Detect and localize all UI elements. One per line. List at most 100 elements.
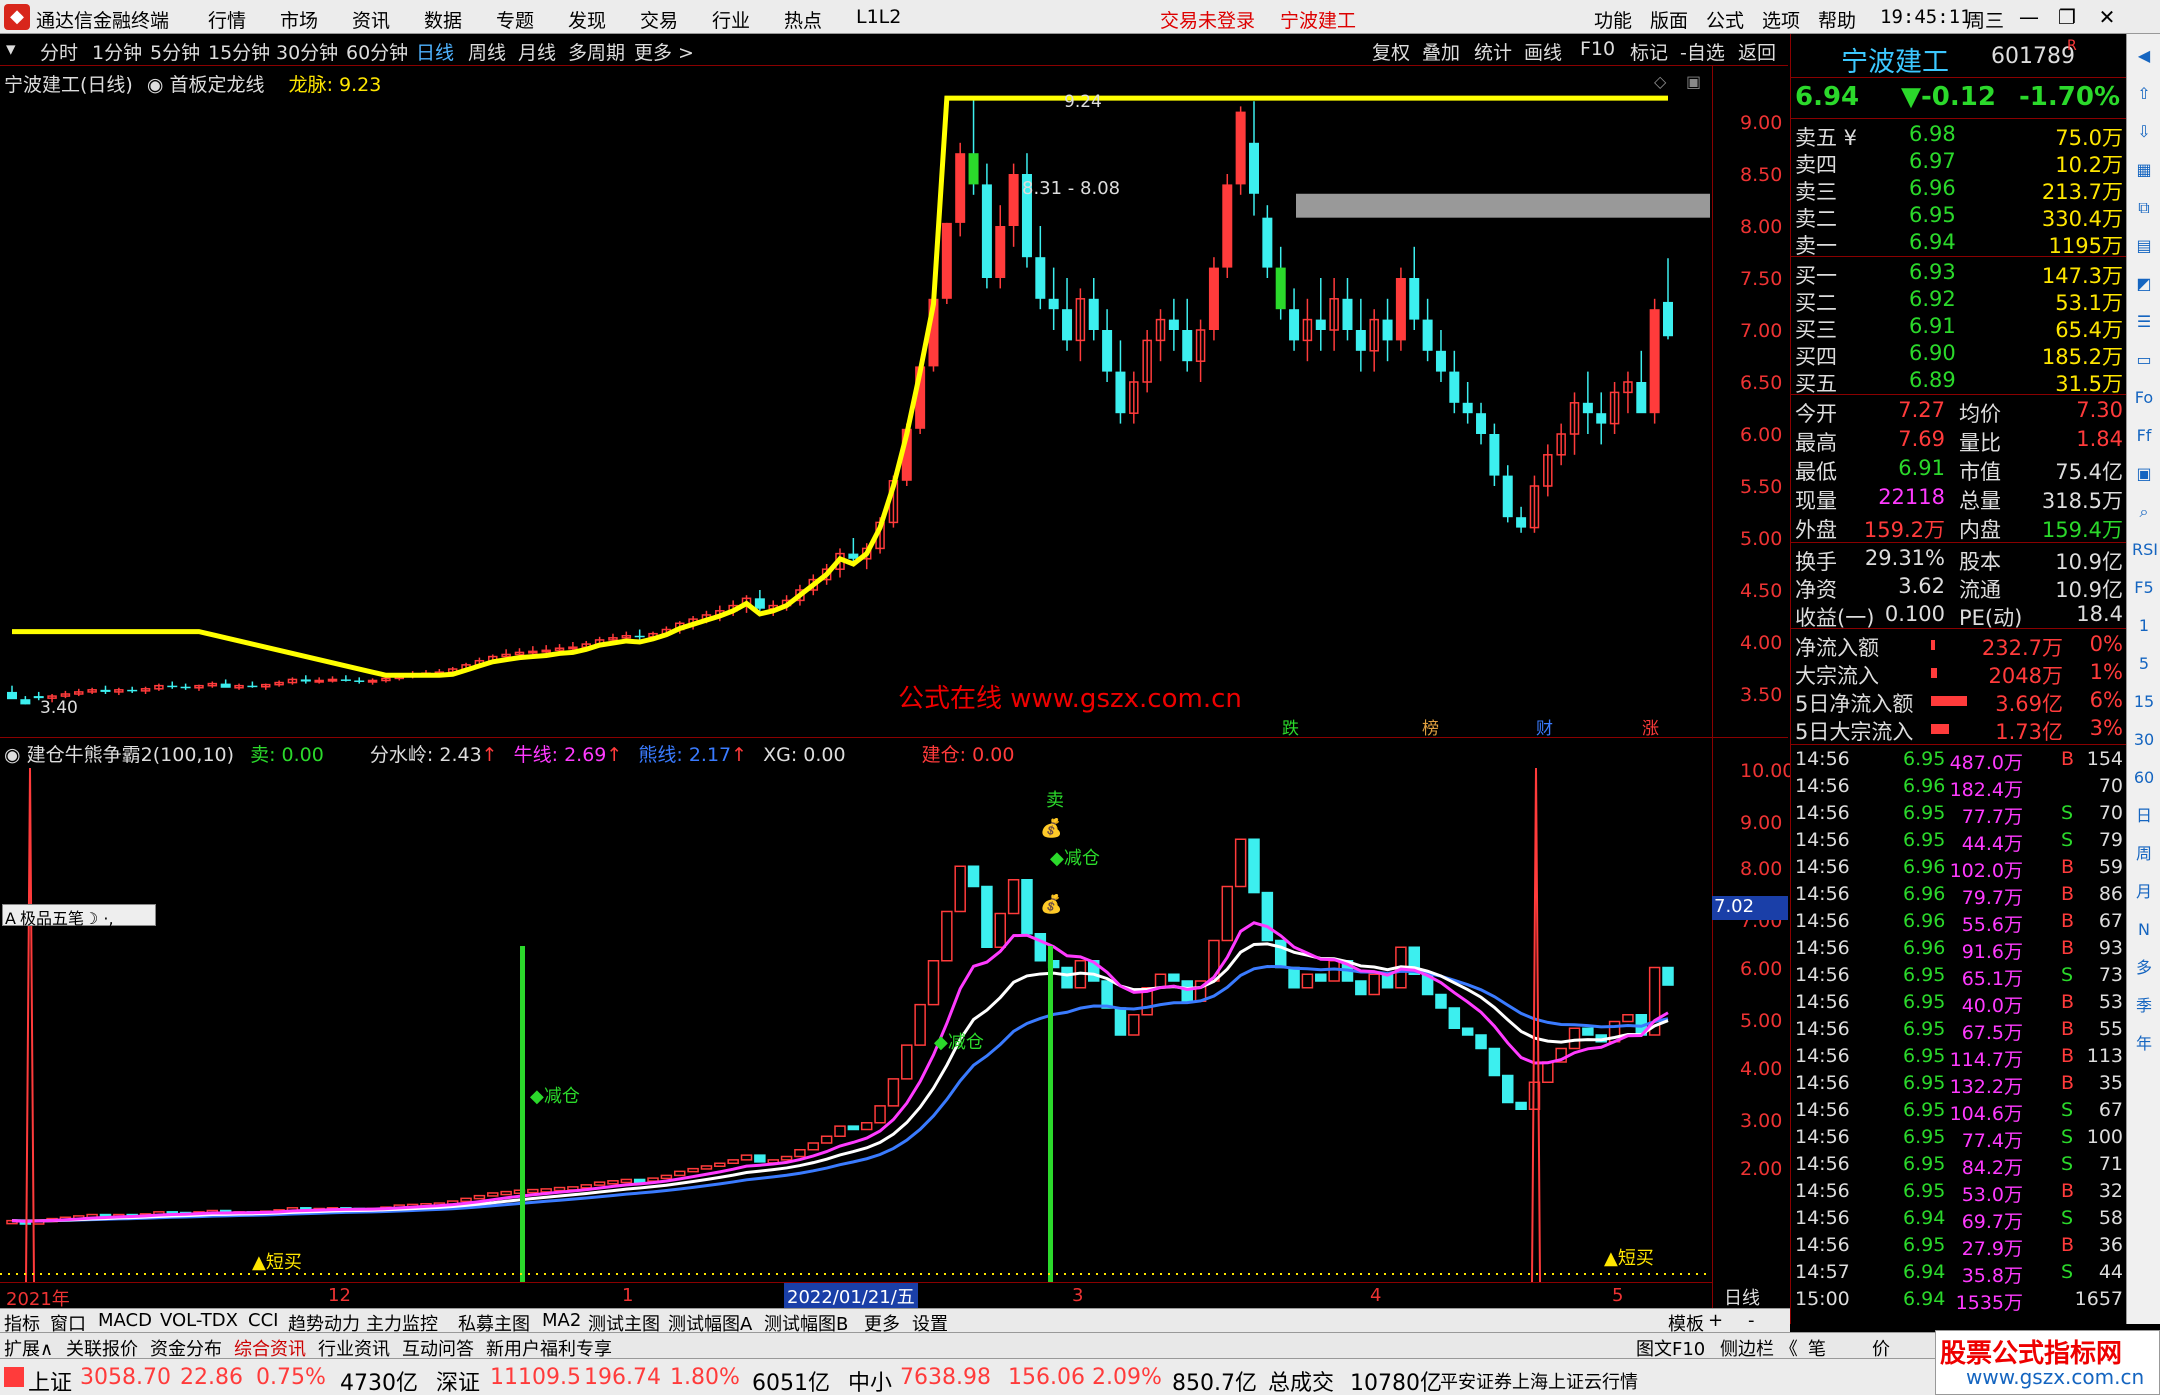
period-30min[interactable]: 30分钟 [276,38,338,65]
ime-toolbox[interactable]: A 极品五笔☽ ·, [2,904,156,928]
ask-price: 6.97 [1909,149,1956,173]
period-multi[interactable]: 多周期 [568,38,625,65]
low-label: 3.40 [40,698,78,718]
menu-hangye[interactable]: 行业 [712,6,750,33]
sidebar-tool-icon[interactable]: 日 [2132,804,2156,828]
menu-redian[interactable]: 热点 [784,6,822,33]
btn-fanhui[interactable]: 返回 [1738,38,1776,65]
tick-price: 6.95 [1903,1099,1946,1121]
btn-tongji[interactable]: 统计 [1474,38,1512,65]
tick-row: 14:57 6.94 35.8万 S 44 [1791,1261,2127,1288]
sidebar-tool-icon[interactable]: 60 [2132,766,2156,790]
menu-xuanxiang[interactable]: 选项 [1762,6,1800,33]
sidebar-tool-icon[interactable]: ⌕ [2132,500,2156,524]
period-weekly[interactable]: 周线 [468,38,506,65]
tab-template[interactable]: + [1708,1310,1723,1331]
sidebar-tool-icon[interactable]: ⇩ [2132,120,2156,144]
sidebar-tool-icon[interactable]: Fo [2132,386,2156,410]
menu-zhuanti[interactable]: 专题 [496,6,534,33]
tag-die[interactable]: 跌 [1282,714,1299,739]
period-60min[interactable]: 60分钟 [346,38,408,65]
btn-fuquan[interactable]: 复权 [1372,38,1410,65]
tab-indicator[interactable]: CCI [248,1310,278,1331]
tick-price: 6.95 [1903,991,1946,1013]
tab-template[interactable]: - [1748,1310,1755,1331]
tick-time: 14:56 [1795,937,1850,959]
menu-zixun[interactable]: 资讯 [352,6,390,33]
kline-chart[interactable] [0,66,1712,738]
sidebar-tool-icon[interactable]: ◩ [2132,272,2156,296]
tab-indicator[interactable]: VOL-TDX [160,1310,238,1331]
indicator-panel[interactable]: ◉ 建仓牛熊争霸2(100,10) 卖: 0.00 分水岭: 2.43↑ 牛线:… [0,738,1794,1310]
period-monthly[interactable]: 月线 [518,38,556,65]
period-5min[interactable]: 5分钟 [150,38,200,65]
tag-zhang[interactable]: 涨 [1642,714,1659,739]
btn-huaxian[interactable]: 画线 [1524,38,1562,65]
sidebar-tool-icon[interactable]: 季 [2132,994,2156,1018]
tick-volume: 40.0万 [1961,995,2023,1017]
tab-indicator[interactable]: MA2 [542,1310,581,1331]
sidebar-tool-icon[interactable]: ▤ [2132,234,2156,258]
sidebar-tool-icon[interactable]: F5 [2132,576,2156,600]
btn-diejia[interactable]: 叠加 [1422,38,1460,65]
btn-biaoji[interactable]: 标记 [1630,38,1668,65]
indicator-chart[interactable] [0,738,1712,1308]
indicator-bar [1568,1027,1581,1050]
candle [1262,205,1273,278]
menu-hangqing[interactable]: 行情 [208,6,246,33]
zx-label[interactable]: 中小 [848,1365,892,1395]
ask-volume: 10.2万 [2055,153,2123,177]
sidebar-tool-icon[interactable]: RSI [2132,538,2158,562]
menu-banmian[interactable]: 版面 [1650,6,1688,33]
sidebar-tool-icon[interactable]: 周 [2132,842,2156,866]
tag-bang[interactable]: 榜 [1422,714,1439,739]
sidebar-tool-icon[interactable]: N [2132,918,2156,942]
sidebar-tool-icon[interactable]: ⇧ [2132,82,2156,106]
sidebar-tool-icon[interactable]: ▦ [2132,158,2156,182]
sh-label[interactable]: 上证 [28,1365,72,1395]
sz-label[interactable]: 深证 [436,1365,480,1395]
period-daily[interactable]: 日线 [416,38,454,65]
quote-panel: 宁波建工 601789 R 6.94 ▼-0.12 -1.70% 卖五 ¥ 6.9… [1790,34,2127,1324]
sidebar-tool-icon[interactable]: ⧉ [2132,196,2156,220]
sidebar-tool-icon[interactable]: 1 [2132,614,2156,638]
sidebar-tool-icon[interactable]: 15 [2132,690,2156,714]
period-1min[interactable]: 1分钟 [92,38,142,65]
menu-l1l2[interactable]: L1L2 [856,6,901,28]
login-status[interactable]: 交易未登录 [1160,6,1255,33]
menu-bangzhu[interactable]: 帮助 [1818,6,1856,33]
close-icon[interactable]: ✕ [2090,3,2124,31]
menu-gongshi[interactable]: 公式 [1706,6,1744,33]
sidebar-tool-icon[interactable]: ▣ [2132,462,2156,486]
period-more[interactable]: 更多 > [634,38,694,65]
menu-shichang[interactable]: 市场 [280,6,318,33]
minimize-icon[interactable]: — [2012,3,2046,31]
sidebar-tool-icon[interactable]: ☰ [2132,310,2156,334]
kline-panel[interactable]: 宁波建工(日线) ◉ 首板定龙线 龙脉: 9.23 ◇ ▣ 9.00 8.50 … [0,66,1788,739]
sidebar-tool-icon[interactable]: ◀ [2132,44,2156,68]
menu-jiaoyi[interactable]: 交易 [640,6,678,33]
tab-indicator[interactable]: MACD [98,1310,152,1331]
candle [1235,106,1246,195]
menu-gongneng[interactable]: 功能 [1594,6,1632,33]
sidebar-tool-icon[interactable]: 年 [2132,1032,2156,1056]
sidebar-tool-icon[interactable]: 30 [2132,728,2156,752]
bid-row: 买五 6.89 31.5万 [1791,368,2127,396]
sidebar-tool-icon[interactable]: 月 [2132,880,2156,904]
restore-icon[interactable]: ❐ [2050,3,2084,31]
sidebar-tool-icon[interactable]: ▭ [2132,348,2156,372]
menu-shuju[interactable]: 数据 [424,6,462,33]
sidebar-tool-icon[interactable]: 多 [2132,956,2156,980]
indicator-bar [847,1125,860,1131]
tick-price: 6.96 [1903,883,1946,905]
menu-arrow-icon[interactable]: ▾ [6,38,16,60]
menu-faxian[interactable]: 发现 [568,6,606,33]
sidebar-tool-icon[interactable]: Ff [2132,424,2156,448]
btn-zixuan[interactable]: -自选 [1680,38,1725,65]
tag-cai[interactable]: 财 [1536,714,1553,739]
sh-change: 22.86 [180,1365,243,1390]
sidebar-tool-icon[interactable]: 5 [2132,652,2156,676]
period-fenshi[interactable]: 分时 [40,38,78,65]
period-15min[interactable]: 15分钟 [208,38,270,65]
btn-f10[interactable]: F10 [1580,38,1615,60]
